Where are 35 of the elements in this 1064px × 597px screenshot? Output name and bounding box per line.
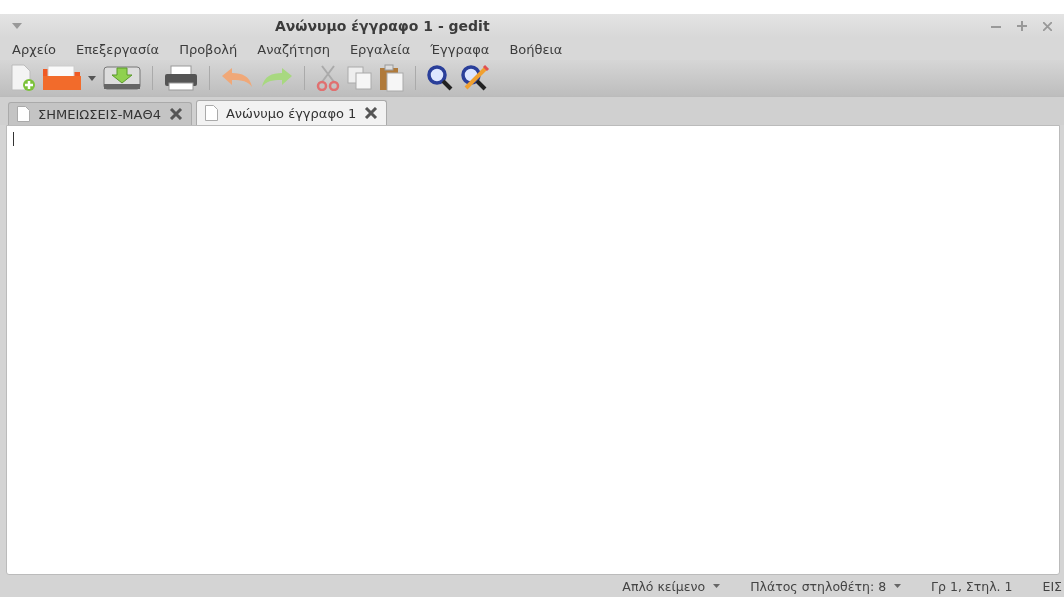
copy-icon[interactable] xyxy=(347,66,373,90)
menu-item[interactable]: Βοήθεια xyxy=(505,41,567,57)
document-icon xyxy=(17,106,30,122)
document-tab[interactable]: Ανώνυμο έγγραφο 1 xyxy=(195,100,388,125)
menu-item[interactable]: Επεξεργασία xyxy=(72,41,164,57)
window-title: Ανώνυμο έγγραφο 1 - gedit xyxy=(275,18,490,34)
download-drive-icon[interactable] xyxy=(102,65,142,91)
clipboard-icon[interactable] xyxy=(379,64,405,92)
scissors-icon[interactable] xyxy=(315,65,341,91)
menu-item[interactable]: Έγγραφα xyxy=(426,41,494,57)
tab-label: ΣΗΜΕΙΩΣΕΙΣ-ΜΑΘ4 xyxy=(38,106,161,122)
printer-icon[interactable] xyxy=(163,65,199,91)
document-icon xyxy=(204,105,218,121)
menu-item[interactable]: Προβολή xyxy=(175,41,242,57)
search-icon[interactable] xyxy=(426,64,454,92)
new-document-icon[interactable] xyxy=(10,64,36,92)
caret-icon xyxy=(894,584,902,588)
status-text: Γρ 1, Στηλ. 1 xyxy=(931,578,1013,594)
minimize-icon[interactable] xyxy=(991,24,1001,28)
menu-item[interactable]: Εργαλεία xyxy=(345,41,415,57)
maximize-icon[interactable] xyxy=(1017,21,1027,31)
caret-icon xyxy=(713,584,721,588)
menu-item[interactable]: Αρχείο xyxy=(8,41,61,57)
tab-label: Ανώνυμο έγγραφο 1 xyxy=(225,105,357,121)
document-tab[interactable]: ΣΗΜΕΙΩΣΕΙΣ-ΜΑΘ4 xyxy=(8,102,192,125)
status-text: ΕΙΣ xyxy=(1042,578,1062,594)
window-menu-icon[interactable] xyxy=(12,23,22,29)
search-pencil-icon[interactable] xyxy=(460,64,490,92)
close-icon[interactable] xyxy=(168,108,183,120)
close-icon[interactable] xyxy=(364,107,379,119)
status-dropdown[interactable]: Απλό κείμενο xyxy=(622,578,731,594)
menu-item[interactable]: Αναζήτηση xyxy=(253,41,334,57)
status-dropdown[interactable]: Πλάτος στηλοθέτη: 8 xyxy=(750,578,912,594)
caret-icon[interactable] xyxy=(88,75,96,81)
folder-icon[interactable] xyxy=(42,65,82,91)
